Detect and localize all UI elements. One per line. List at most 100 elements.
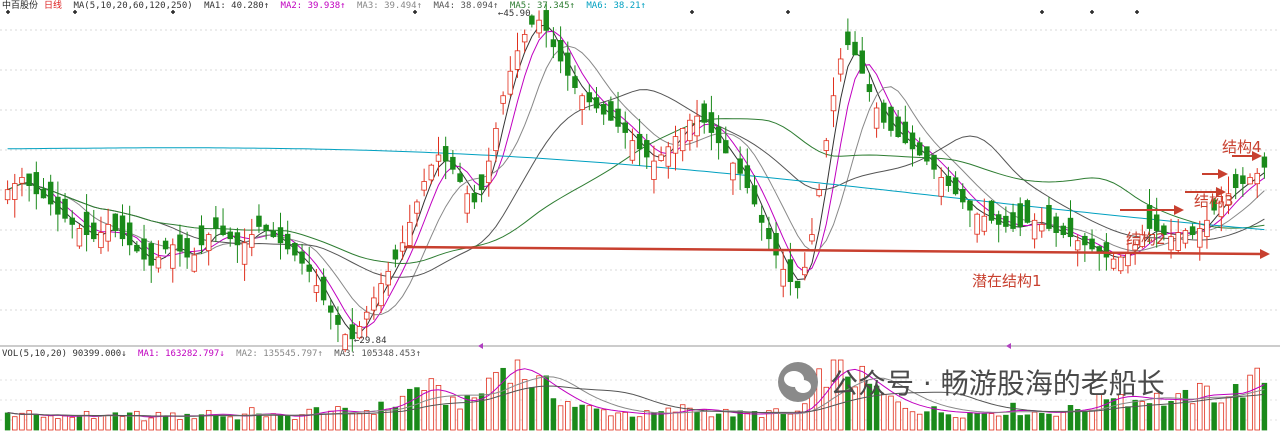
candle-body bbox=[1103, 242, 1110, 258]
candle-body bbox=[967, 200, 973, 211]
volume-bar bbox=[723, 408, 729, 431]
event-marker bbox=[690, 10, 694, 14]
volume-bar bbox=[220, 416, 226, 431]
volume-bar bbox=[421, 390, 427, 431]
volume-bar bbox=[694, 411, 700, 431]
volume-bar bbox=[1218, 402, 1225, 431]
volume-bar bbox=[802, 403, 808, 431]
annotation-structure-3: 结构3 bbox=[1194, 192, 1234, 210]
candle-body bbox=[895, 116, 901, 137]
volume-bar bbox=[1247, 374, 1253, 431]
candle-body bbox=[780, 268, 786, 287]
price-high-label: ←45.90 bbox=[498, 9, 531, 19]
volume-bar bbox=[198, 414, 205, 431]
watermark-text: 公众号 · 畅游股海的老船长 bbox=[830, 367, 1165, 400]
candle-body bbox=[306, 264, 312, 272]
candle-body bbox=[141, 238, 147, 260]
volume-bar bbox=[284, 415, 291, 431]
candle-body bbox=[701, 103, 707, 123]
candle-body bbox=[26, 173, 32, 186]
volume-bar bbox=[428, 378, 435, 431]
volume-bar bbox=[701, 408, 707, 431]
candle-body bbox=[572, 76, 578, 88]
candle-body bbox=[457, 173, 463, 182]
volume-bar bbox=[450, 396, 456, 431]
volume-bar bbox=[162, 416, 169, 431]
candle-body bbox=[981, 215, 988, 232]
candle-body bbox=[995, 214, 1002, 225]
candle-body bbox=[1204, 219, 1210, 237]
candle-body bbox=[1017, 203, 1023, 227]
volume-bar bbox=[292, 419, 298, 431]
volume-bar bbox=[457, 408, 463, 431]
candle-body bbox=[320, 276, 327, 301]
volume-bar bbox=[371, 413, 377, 431]
candle-body bbox=[155, 256, 162, 269]
volume-bar bbox=[234, 419, 241, 431]
volume-bar bbox=[69, 416, 75, 431]
candle-body bbox=[881, 102, 887, 123]
volume-bar bbox=[62, 415, 68, 431]
candle-body bbox=[521, 34, 528, 43]
candle-body bbox=[694, 115, 700, 137]
candle-body bbox=[708, 112, 715, 133]
candle-body bbox=[1082, 235, 1088, 246]
candle-body bbox=[12, 183, 18, 200]
candle-body bbox=[845, 31, 851, 46]
candle-body bbox=[493, 128, 499, 152]
candle-body bbox=[1010, 212, 1016, 229]
volume-bar bbox=[1189, 403, 1196, 431]
volume-bar bbox=[608, 415, 614, 431]
candle-body bbox=[1031, 219, 1038, 240]
volume-bar bbox=[1031, 411, 1038, 431]
candle-body bbox=[543, 10, 549, 31]
candle-body bbox=[672, 136, 679, 154]
wechat-icon bbox=[778, 362, 818, 402]
volume-bar bbox=[1132, 399, 1138, 431]
volume-bar bbox=[91, 418, 97, 431]
volume-bar bbox=[629, 416, 636, 431]
ma2-value: MA2: 39.938↑ bbox=[280, 1, 346, 11]
volume-bar bbox=[378, 401, 384, 431]
candle-body bbox=[1067, 217, 1074, 238]
vol-params: VOL(5,10,20) 90399.000↓ bbox=[2, 349, 127, 359]
volume-bar bbox=[320, 413, 327, 431]
event-marker bbox=[1135, 10, 1139, 14]
candle-body bbox=[33, 172, 40, 195]
candle-body bbox=[622, 122, 628, 133]
candle-body bbox=[392, 249, 399, 260]
volume-bar bbox=[536, 375, 542, 431]
ma-line-6 bbox=[7, 147, 1265, 231]
candle-body bbox=[213, 217, 219, 229]
candle-body bbox=[974, 213, 980, 235]
volume-bar bbox=[1082, 410, 1088, 431]
volume-bar bbox=[148, 417, 154, 431]
candle-body bbox=[148, 243, 154, 266]
volume-bar bbox=[960, 417, 966, 431]
volume-bar bbox=[155, 411, 162, 431]
volume-bar bbox=[579, 404, 585, 431]
volume-bar bbox=[1003, 414, 1009, 431]
volume-bar bbox=[12, 416, 18, 431]
candle-body bbox=[830, 95, 837, 112]
volume-bar bbox=[895, 401, 901, 431]
candle-body bbox=[988, 200, 995, 221]
volume-bar bbox=[995, 415, 1002, 431]
volume-bar bbox=[1168, 400, 1174, 431]
volume-bar bbox=[227, 416, 233, 431]
candle-body bbox=[1060, 225, 1067, 236]
volume-bar bbox=[1254, 367, 1260, 431]
volume-bar bbox=[572, 406, 578, 431]
candle-body bbox=[687, 119, 693, 142]
volume-bar bbox=[672, 411, 679, 431]
candle-body bbox=[802, 266, 808, 276]
candle-body bbox=[751, 185, 758, 205]
volume-bar bbox=[399, 395, 406, 431]
candle-body bbox=[55, 196, 61, 215]
candle-body bbox=[1182, 230, 1189, 244]
volume-bar bbox=[967, 412, 973, 431]
candle-body bbox=[313, 285, 320, 293]
event-marker bbox=[1090, 10, 1094, 14]
candle-body bbox=[40, 188, 47, 199]
candle-body bbox=[328, 305, 334, 313]
